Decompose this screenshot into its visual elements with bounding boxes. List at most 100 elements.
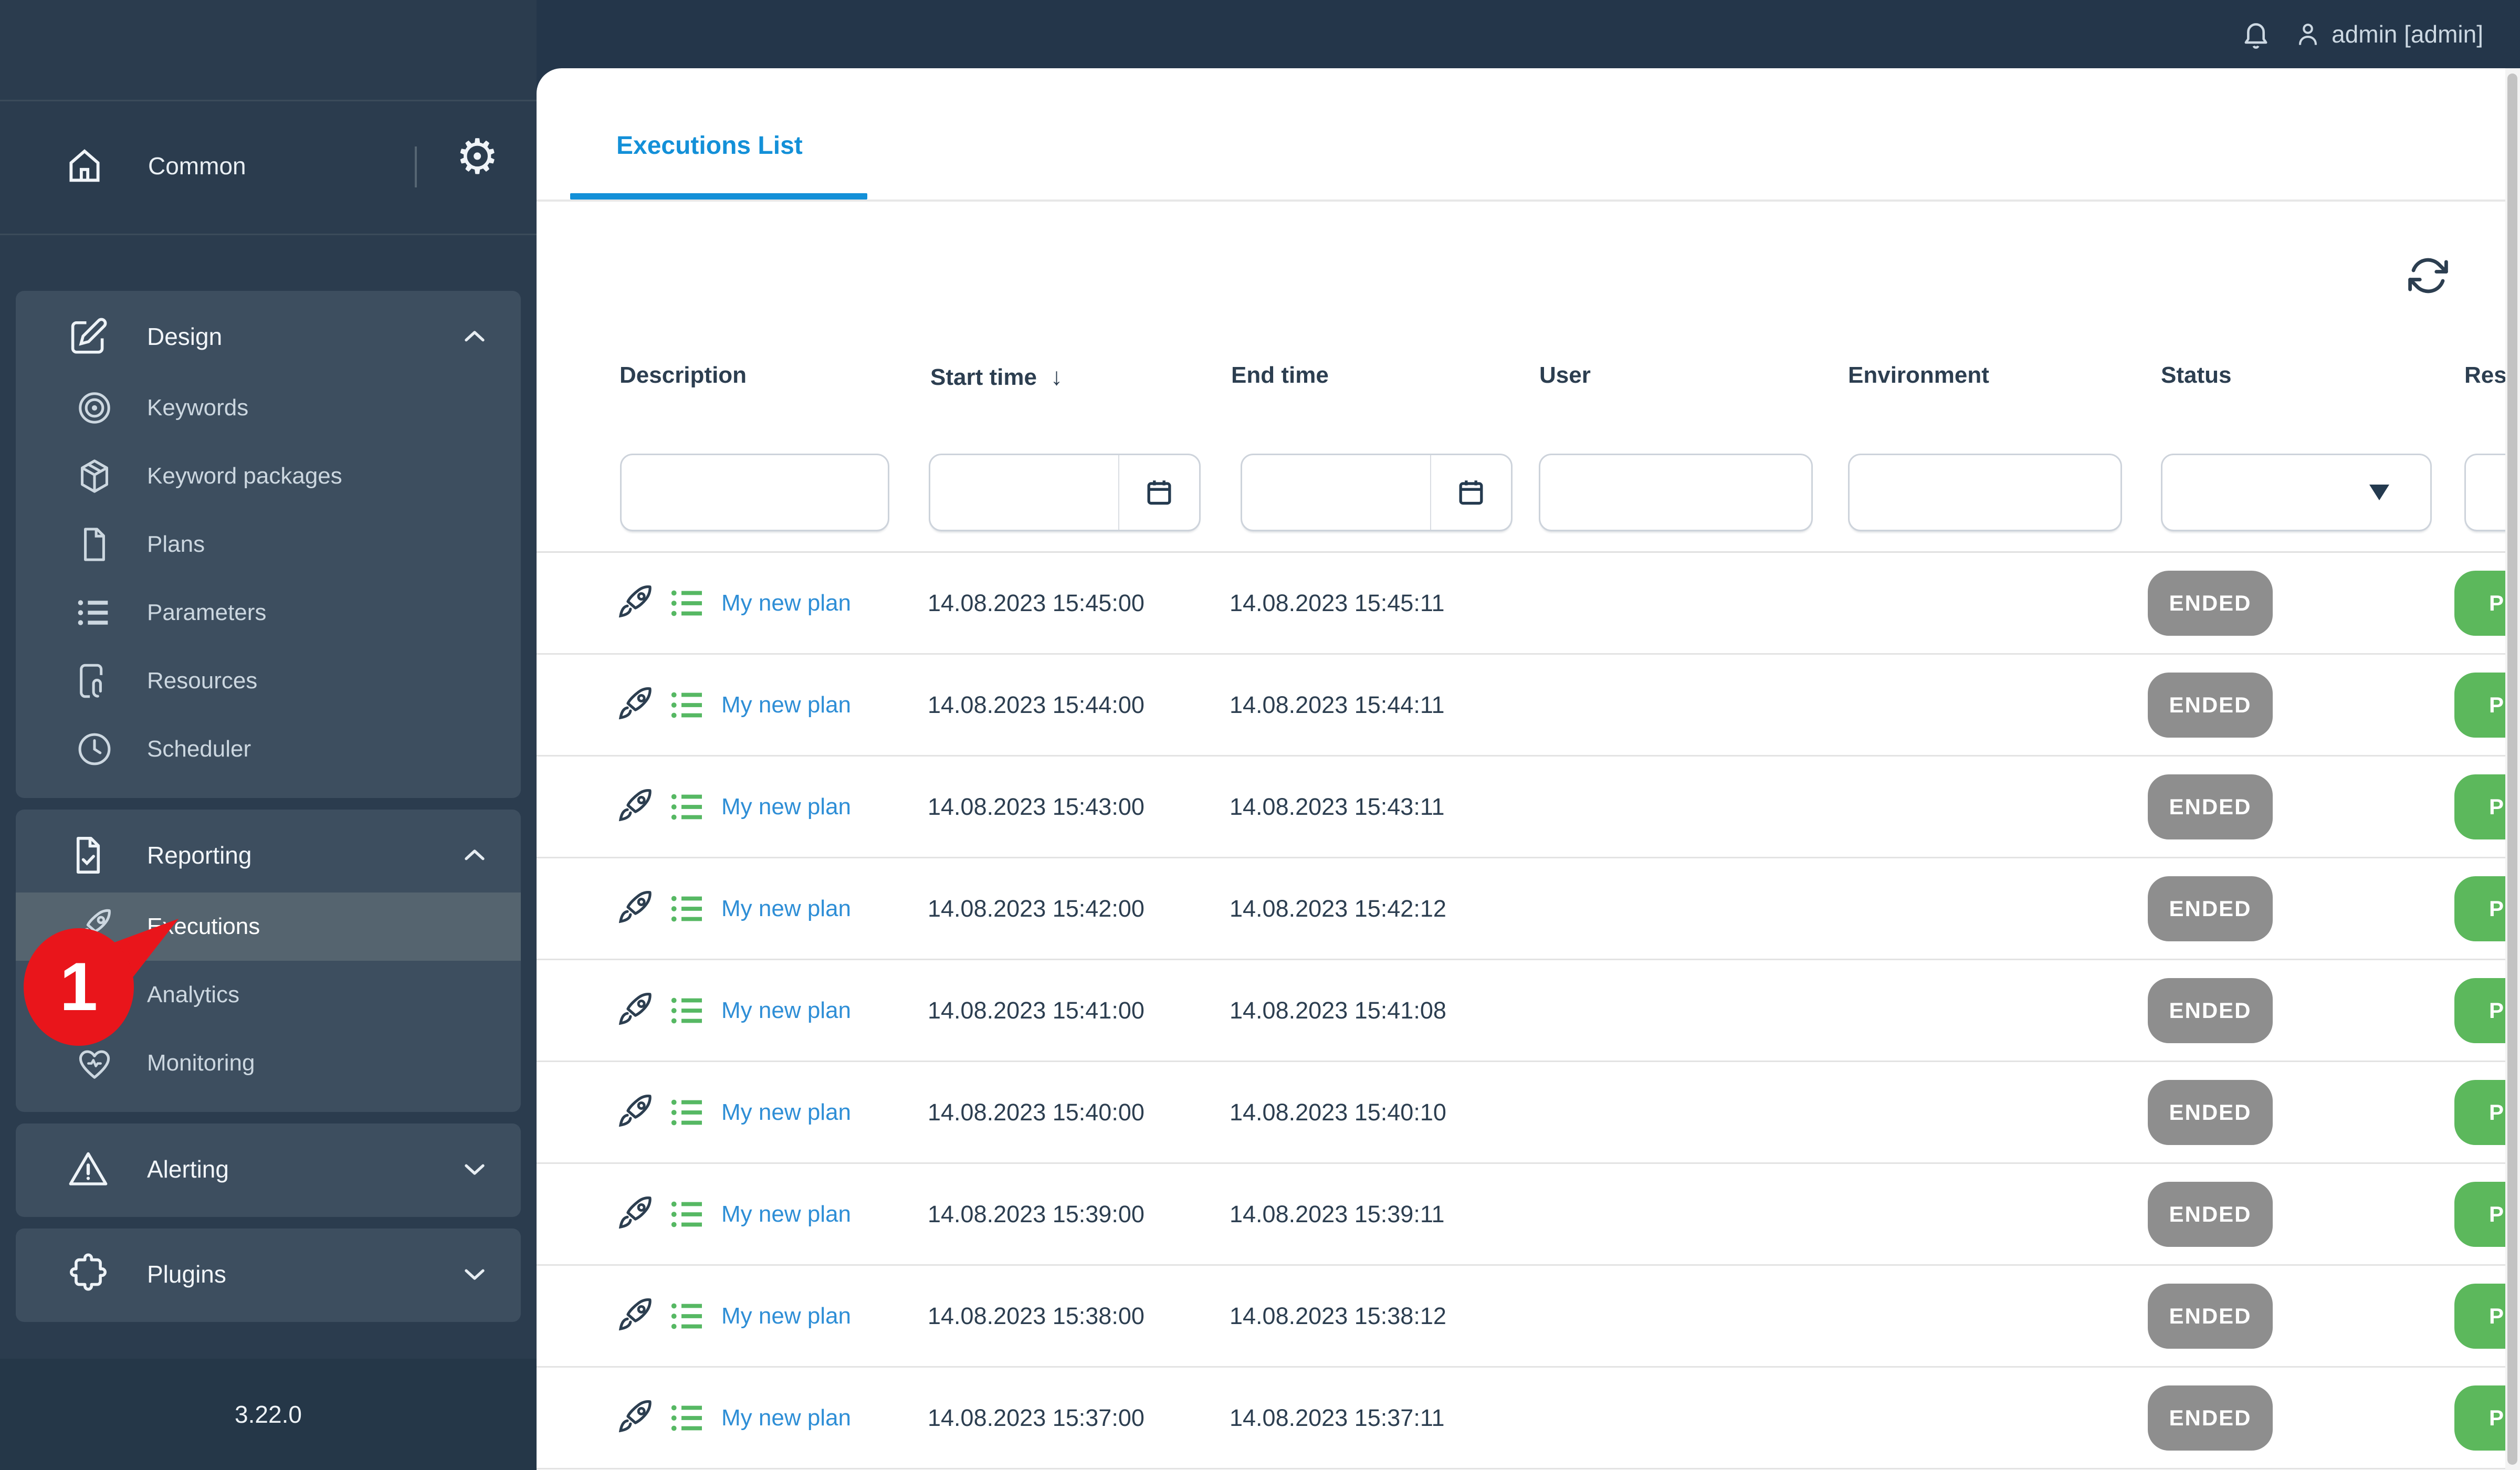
plan-list-icon — [668, 1398, 709, 1438]
start-time-value: 14.08.2023 15:42:00 — [928, 895, 1144, 922]
result-badge: P — [2454, 978, 2505, 1043]
user-filter-input[interactable] — [1540, 455, 1811, 530]
description-filter-input[interactable] — [622, 455, 888, 530]
sidebar-item-keywords[interactable]: Keywords — [16, 374, 521, 442]
result-filter-input[interactable] — [2466, 455, 2505, 530]
table-row: My new plan 14.08.2023 15:45:00 14.08.20… — [537, 553, 2505, 655]
execution-description-link[interactable]: My new plan — [721, 1164, 851, 1264]
bell-icon[interactable] — [2239, 17, 2273, 51]
rocket-icon — [614, 1194, 655, 1235]
column-header-end-time[interactable]: End time — [1231, 362, 1329, 388]
puzzle-icon — [66, 1252, 110, 1296]
plan-list-icon — [668, 786, 709, 827]
file-icon — [75, 524, 114, 564]
status-badge: ENDED — [2148, 978, 2273, 1043]
column-header-status[interactable]: Status — [2161, 362, 2231, 388]
plan-list-icon — [668, 583, 709, 624]
rocket-icon — [614, 1092, 655, 1133]
sidebar-section-header-plugins[interactable]: Plugins — [16, 1237, 521, 1311]
status-filter-select[interactable] — [2161, 454, 2432, 531]
sidebar-item-label: Monitoring — [147, 1050, 255, 1076]
end-time-value: 14.08.2023 15:44:11 — [1230, 691, 1445, 718]
warn-icon — [66, 1147, 110, 1191]
rocket-icon — [614, 685, 655, 726]
vertical-scrollbar[interactable] — [2505, 68, 2520, 1470]
result-badge: P — [2454, 571, 2505, 636]
execution-description-link[interactable]: My new plan — [721, 757, 851, 857]
status-badge: ENDED — [2148, 876, 2273, 941]
status-badge: ENDED — [2148, 1182, 2273, 1247]
status-badge: ENDED — [2148, 1284, 2273, 1349]
chevron-down-icon — [458, 1257, 491, 1291]
sidebar-section-alerting: Alerting — [16, 1124, 521, 1217]
sidebar-section-header-design[interactable]: Design — [16, 299, 521, 374]
sidebar-item-label: Keywords — [147, 395, 249, 421]
result-filter — [2464, 454, 2505, 531]
sidebar-item-scheduler[interactable]: Scheduler — [16, 715, 521, 783]
start-time-value: 14.08.2023 15:37:00 — [928, 1404, 1144, 1431]
plan-list-icon — [668, 1092, 709, 1133]
status-badge: ENDED — [2148, 571, 2273, 636]
table-row: My new plan 14.08.2023 15:40:00 14.08.20… — [537, 1062, 2505, 1164]
sidebar-section-header-reporting[interactable]: Reporting — [16, 818, 521, 892]
sidebar-sections: Design Keywords Keyword packages Plans P… — [0, 235, 537, 1334]
table-row: My new plan 14.08.2023 15:43:00 14.08.20… — [537, 757, 2505, 858]
start-time-filter-input[interactable] — [930, 455, 1118, 530]
status-badge: ENDED — [2148, 1080, 2273, 1145]
result-badge: P — [2454, 1182, 2505, 1247]
clip-icon — [75, 661, 114, 701]
result-badge: P — [2454, 673, 2505, 738]
chevron-down-icon — [2369, 485, 2389, 500]
execution-description-link[interactable]: My new plan — [721, 960, 851, 1060]
sidebar-item-plans[interactable]: Plans — [16, 510, 521, 579]
column-header-description[interactable]: Description — [620, 362, 747, 388]
execution-description-link[interactable]: My new plan — [721, 858, 851, 959]
status-badge: ENDED — [2148, 774, 2273, 839]
end-time-value: 14.08.2023 15:37:11 — [1230, 1404, 1445, 1431]
user-filter — [1539, 454, 1813, 531]
sidebar-item-label: Scheduler — [147, 736, 251, 762]
column-header-start-time[interactable]: Start time ↓ — [930, 362, 1063, 391]
status-badge: ENDED — [2148, 1385, 2273, 1451]
rocket-icon — [614, 786, 655, 827]
execution-description-link[interactable]: My new plan — [721, 1368, 851, 1468]
sidebar-item-label: Parameters — [147, 600, 267, 625]
result-badge: P — [2454, 1284, 2505, 1349]
rocket-icon — [614, 1296, 655, 1337]
execution-description-link[interactable]: My new plan — [721, 1062, 851, 1162]
end-time-value: 14.08.2023 15:40:10 — [1230, 1098, 1446, 1126]
start-time-value: 14.08.2023 15:43:00 — [928, 793, 1144, 820]
result-badge: P — [2454, 876, 2505, 941]
end-time-filter-input[interactable] — [1242, 455, 1430, 530]
sidebar-section-header-alerting[interactable]: Alerting — [16, 1132, 521, 1206]
table-row: My new plan 14.08.2023 15:39:00 14.08.20… — [537, 1164, 2505, 1266]
sidebar-item-label: Keyword packages — [147, 463, 342, 489]
start-time-datepicker-button[interactable] — [1118, 455, 1199, 530]
execution-description-link[interactable]: My new plan — [721, 1266, 851, 1366]
tenant-row: Common ⚙ — [0, 101, 537, 234]
edit-icon — [66, 314, 110, 359]
gear-icon[interactable]: ⚙ — [456, 133, 499, 181]
column-header-environment[interactable]: Environment — [1848, 362, 1989, 388]
user-name: admin [admin] — [2332, 20, 2483, 48]
sidebar-section-label: Alerting — [147, 1156, 229, 1183]
scrollbar-thumb[interactable] — [2507, 74, 2517, 1465]
execution-description-link[interactable]: My new plan — [721, 655, 851, 755]
table-row: My new plan 14.08.2023 15:38:00 14.08.20… — [537, 1266, 2505, 1368]
start-time-value: 14.08.2023 15:39:00 — [928, 1200, 1144, 1227]
column-header-user[interactable]: User — [1539, 362, 1591, 388]
end-time-datepicker-button[interactable] — [1430, 455, 1511, 530]
environment-filter-input[interactable] — [1850, 455, 2120, 530]
user-menu[interactable]: admin [admin] — [2293, 19, 2483, 49]
sort-desc-arrow: ↓ — [1050, 363, 1063, 390]
sidebar-item-parameters[interactable]: Parameters — [16, 579, 521, 647]
tenant-label[interactable]: Common — [148, 152, 246, 180]
column-header-result[interactable]: Result — [2464, 362, 2505, 388]
sidebar-item-resources[interactable]: Resources — [16, 647, 521, 715]
end-time-filter — [1241, 454, 1513, 531]
execution-description-link[interactable]: My new plan — [721, 553, 851, 653]
home-icon[interactable] — [63, 144, 106, 187]
target-icon — [75, 388, 114, 428]
sidebar-item-keyword-packages[interactable]: Keyword packages — [16, 442, 521, 510]
rocket-icon — [614, 888, 655, 929]
